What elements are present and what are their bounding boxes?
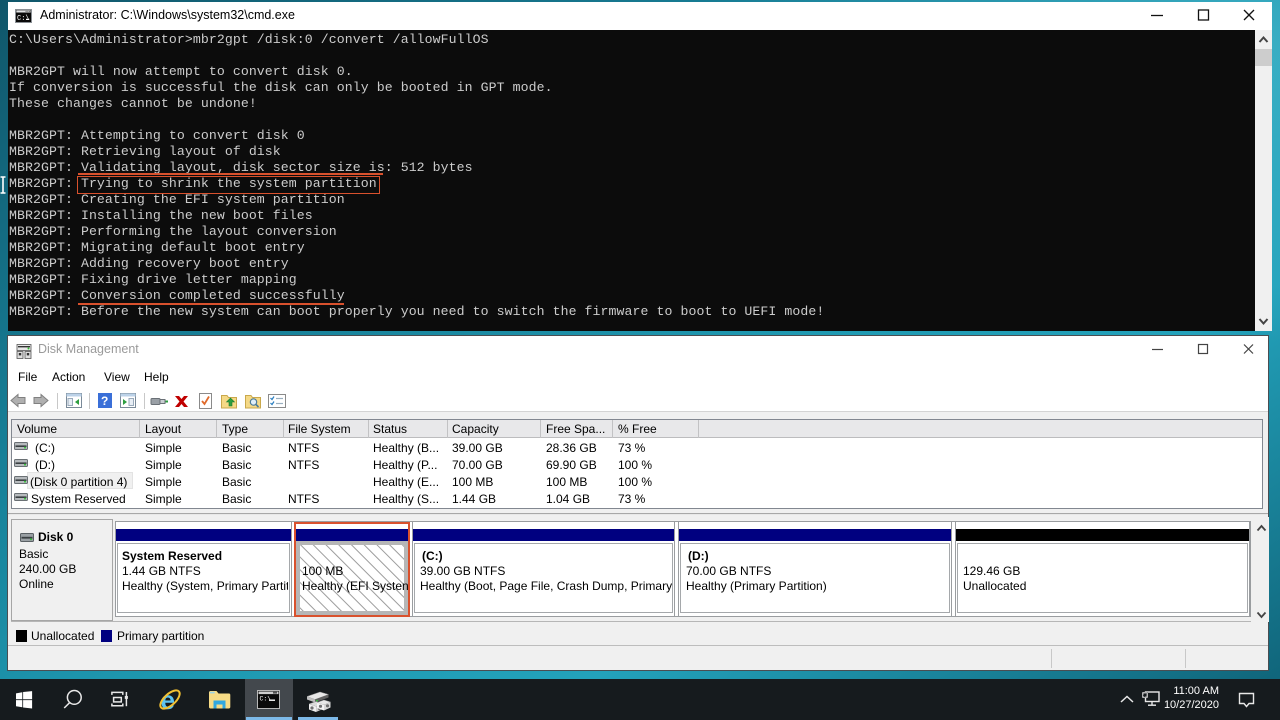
svg-text:C:\: C:\ (17, 15, 30, 23)
svg-text:?: ? (101, 394, 108, 408)
svg-text:C:\: C:\ (260, 696, 272, 703)
